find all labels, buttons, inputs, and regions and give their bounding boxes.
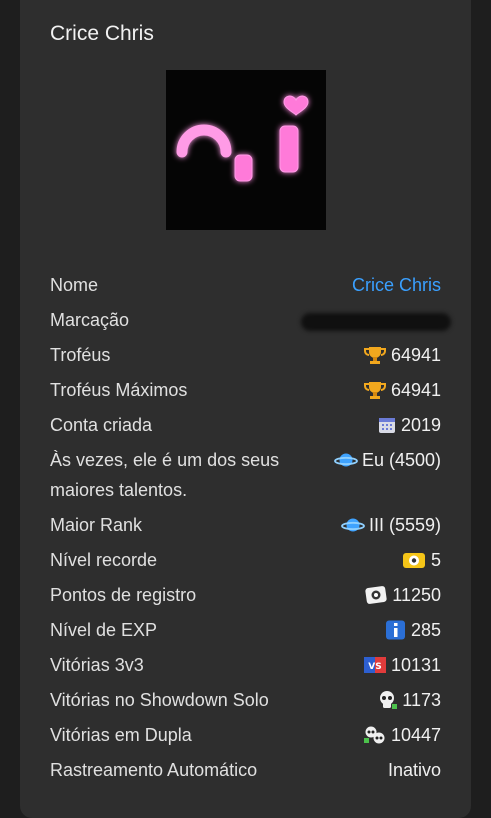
avatar[interactable] xyxy=(166,70,326,230)
player-name-link[interactable]: Crice Chris xyxy=(352,270,441,300)
row-label: Vitórias em Dupla xyxy=(50,725,192,745)
row-duo-wins: Vitórias em Dupla 10447 xyxy=(50,720,441,750)
skull-icon xyxy=(376,690,398,710)
row-label: Troféus Máximos xyxy=(50,380,188,400)
account-created-value: 2019 xyxy=(400,415,441,435)
row-label: Nível recorde xyxy=(50,550,158,570)
exp-info-icon xyxy=(385,620,407,640)
solo-wins-value: 1173 xyxy=(402,690,441,710)
planet-icon xyxy=(334,450,358,470)
row-label: Troféus xyxy=(50,345,111,365)
row-exp-level: Nível de EXP 285 xyxy=(50,615,441,645)
record-points-value: 11250 xyxy=(392,585,441,605)
highest-trophies-value: 64941 xyxy=(390,380,441,400)
duo-wins-value: 10447 xyxy=(390,725,441,745)
row-label: Vitórias 3v3 xyxy=(50,655,144,675)
svg-text:VS: VS xyxy=(368,662,381,672)
row-3v3-wins: Vitórias 3v3 VS 10131 xyxy=(50,650,441,680)
row-solo-wins: Vitórias no Showdown Solo 1173 xyxy=(50,685,441,715)
record-points-icon xyxy=(364,585,388,605)
row-talent: Às vezes, ele é um dos seus maiores tale… xyxy=(50,445,441,505)
duo-skull-icon xyxy=(363,725,387,745)
trophy-icon xyxy=(363,345,387,365)
record-level-value: 5 xyxy=(430,550,441,570)
talent-value: Eu (4500) xyxy=(361,450,441,470)
record-level-icon xyxy=(401,550,427,570)
profile-title: Crice Chris xyxy=(50,22,154,45)
row-highest-trophies: Troféus Máximos 64941 xyxy=(50,375,441,405)
row-record-points: Pontos de registro 11250 xyxy=(50,580,441,610)
row-highest-rank: Maior Rank III (5559) xyxy=(50,510,441,540)
row-label: Conta criada xyxy=(50,415,153,435)
pink-neon-face-icon xyxy=(176,95,309,182)
row-label: Pontos de registro xyxy=(50,585,197,605)
calendar-icon xyxy=(377,415,397,435)
row-account-created: Conta criada 2019 xyxy=(50,410,441,440)
trophies-value: 64941 xyxy=(390,345,441,365)
trophy-icon xyxy=(363,380,387,400)
planet-icon xyxy=(341,515,365,535)
exp-level-value: 285 xyxy=(410,620,441,640)
row-label: Nível de EXP xyxy=(50,620,158,640)
row-tag: Marcação xyxy=(50,305,451,335)
row-label: Nome xyxy=(50,275,99,295)
highest-rank-value: III (5559) xyxy=(368,515,441,535)
auto-tracking-value[interactable]: Inativo xyxy=(388,755,441,785)
row-label: Maior Rank xyxy=(50,515,143,535)
row-record-level: Nível recorde 5 xyxy=(50,545,441,575)
row-label: Rastreamento Automático xyxy=(50,760,258,780)
row-name: Nome Crice Chris xyxy=(50,270,441,300)
row-label: Vitórias no Showdown Solo xyxy=(50,690,269,710)
versus-icon: VS xyxy=(363,655,387,675)
row-label: Às vezes, ele é um dos seus maiores tale… xyxy=(50,450,280,500)
redacted-tag xyxy=(301,313,451,331)
row-trophies: Troféus 64941 xyxy=(50,340,441,370)
3v3-wins-value: 10131 xyxy=(390,655,441,675)
row-label: Marcação xyxy=(50,310,130,330)
row-auto-tracking: Rastreamento Automático Inativo xyxy=(50,755,441,785)
